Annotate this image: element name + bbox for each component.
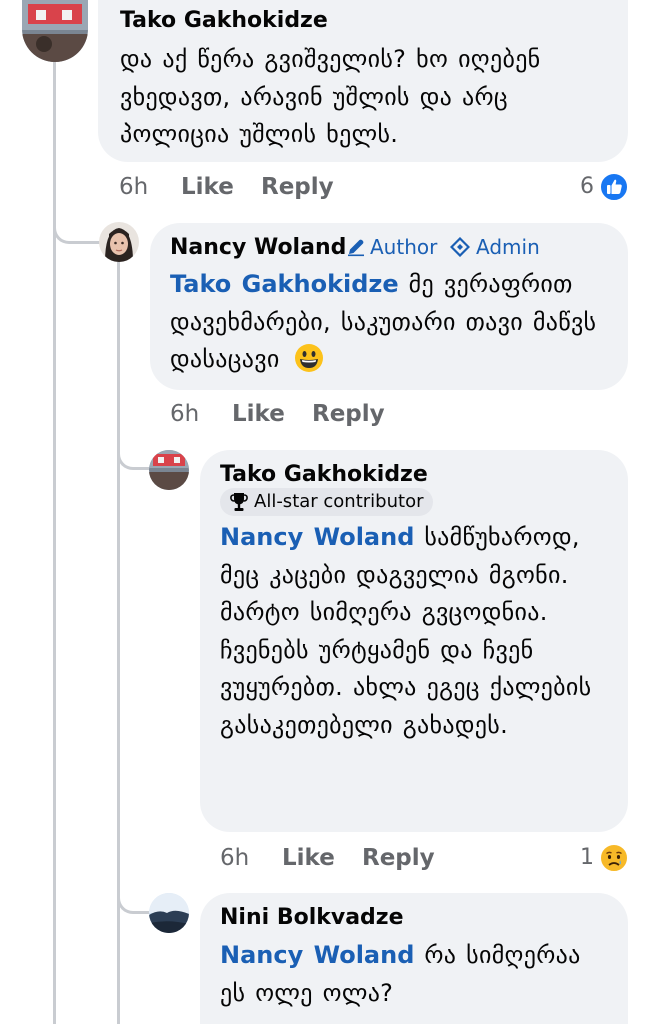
comment-text: Tako Gakhokidze მე ვერაფრით დავეხმარები,… — [170, 266, 600, 385]
sad-icon[interactable] — [599, 843, 629, 873]
pencil-icon — [346, 237, 366, 261]
comment-author[interactable]: Nancy Woland — [170, 235, 346, 260]
reply-button[interactable]: Reply — [362, 845, 435, 871]
mention-link[interactable]: Nancy Woland — [220, 523, 414, 551]
admin-label: Admin — [476, 235, 540, 259]
comment-actions: 6h Like Reply — [220, 845, 520, 875]
comment-text: და აქ წერა გვიშველის? ხო იღებენ ვხედავთ,… — [120, 45, 541, 148]
comment-time[interactable]: 6h — [170, 401, 199, 427]
comment-text: Nancy Woland რა სიმღერაა ეს ოლე ოლა? — [220, 937, 612, 1012]
comment-author[interactable]: Nini Bolkvadze — [220, 905, 404, 930]
grinning-emoji-icon — [294, 343, 324, 385]
avatar[interactable] — [99, 222, 139, 262]
reaction-count[interactable]: 1 — [580, 845, 594, 870]
mention-link[interactable]: Tako Gakhokidze — [170, 270, 399, 298]
avatar[interactable] — [149, 893, 189, 933]
comment-time[interactable]: 6h — [220, 845, 249, 871]
like-icon[interactable] — [599, 172, 629, 202]
comment-text: Nancy Woland სამწუხაროდ, მეც კაცები დაგვ… — [220, 519, 612, 744]
comment-bubble: Tako Gakhokidze და აქ წერა გვიშველის? ხო… — [98, 0, 628, 162]
admin-diamond-icon — [449, 236, 471, 261]
avatar[interactable] — [149, 450, 189, 490]
reply-button[interactable]: Reply — [312, 401, 385, 427]
thread-line-sub — [117, 260, 120, 1024]
comment-actions: 6h Like Reply — [170, 401, 470, 431]
comment-bubble: Tako Gakhokidze All-star contributor Nan… — [200, 450, 628, 832]
comment-bubble: Nini Bolkvadze Nancy Woland რა სიმღერაა … — [200, 893, 628, 1024]
like-button[interactable]: Like — [232, 401, 285, 427]
comment-author[interactable]: Tako Gakhokidze — [220, 462, 428, 487]
badge-label: All-star contributor — [254, 491, 424, 512]
mention-link[interactable]: Nancy Woland — [220, 941, 414, 969]
like-button[interactable]: Like — [282, 845, 335, 871]
trophy-icon — [230, 492, 248, 521]
comment-bubble: Nancy Woland Author Admin Tako Gakhokidz… — [150, 223, 628, 390]
thread-corner-1 — [53, 200, 101, 244]
reply-button[interactable]: Reply — [261, 174, 334, 200]
contributor-badge: All-star contributor — [220, 488, 434, 516]
thread-corner-3 — [117, 880, 151, 914]
thread-corner-2 — [117, 430, 151, 470]
reaction-count[interactable]: 6 — [580, 174, 594, 199]
comment-time[interactable]: 6h — [119, 174, 148, 200]
avatar[interactable] — [22, 0, 88, 62]
comment-actions: 6h Like Reply — [119, 174, 639, 204]
comment-text-body: სამწუხაროდ, მეც კაცები დაგველია მგონი. მ… — [220, 523, 592, 739]
author-label: Author — [370, 235, 438, 259]
like-button[interactable]: Like — [181, 174, 234, 200]
comment-author[interactable]: Tako Gakhokidze — [120, 8, 328, 33]
